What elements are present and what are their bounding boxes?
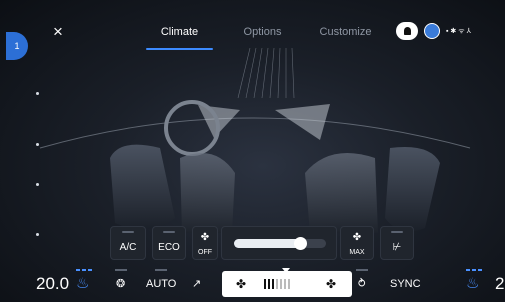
close-button[interactable]: × (48, 22, 68, 42)
fan-speed-bar (280, 279, 282, 289)
fan-speed-bar (268, 279, 270, 289)
sync-label: SYNC (390, 278, 421, 290)
airflow-button[interactable]: ↗ (192, 272, 201, 296)
auto-label: AUTO (146, 278, 177, 290)
ac-button[interactable]: A/C (110, 226, 146, 260)
seat-heat-icon: ♨ (466, 275, 480, 292)
fan-max-label: MAX (349, 249, 365, 256)
fan-off-label: OFF (198, 249, 212, 256)
chevron-down-icon (282, 268, 290, 273)
fan-down-icon[interactable]: ✤ (228, 271, 254, 297)
fan-up-icon[interactable]: ✤ (316, 271, 346, 297)
scale-dot (36, 92, 39, 95)
recirculation-button[interactable]: ⥁ (355, 269, 368, 296)
scale-dot (36, 183, 39, 186)
auto-button[interactable]: AUTO (146, 269, 177, 296)
tab-climate[interactable]: Climate (138, 14, 221, 50)
climate-screen: 1 × Climate Options Customize ▪ ✱ ᯤ ⅄ A/… (0, 0, 505, 302)
tab-options[interactable]: Options (221, 14, 304, 50)
fan-speed-bar (276, 279, 278, 289)
rear-defrost-icon: ⊬ (392, 242, 402, 253)
fan-speed-bar (272, 279, 274, 289)
fan-speed-bar (288, 279, 290, 289)
ac-label: A/C (119, 242, 137, 253)
tab-customize[interactable]: Customize (304, 14, 387, 50)
bell-icon[interactable] (396, 22, 418, 40)
right-temp[interactable]: 2 (495, 274, 504, 294)
fan-slider-track[interactable] (234, 237, 326, 250)
scale-dot (36, 143, 39, 146)
fan-speed-bar (264, 279, 266, 289)
seat-heat-icon: ♨ (76, 275, 90, 292)
fan-icon: ✤ (200, 232, 210, 243)
fan-speed-control[interactable]: ✤ ✤ (222, 268, 352, 297)
cabin-visual (39, 48, 471, 233)
fan-max-button[interactable]: ✤ MAX (340, 226, 374, 260)
fan-slider-thumb[interactable] (294, 237, 308, 250)
tab-bar: Climate Options Customize (138, 14, 387, 50)
left-temp[interactable]: 20.0 (36, 274, 69, 294)
status-icons: ▪ ✱ ᯤ ⅄ (446, 27, 471, 35)
eco-label: ECO (158, 242, 180, 253)
steering-heat-button[interactable]: ❂ (114, 269, 127, 296)
fan-slider-fill (234, 239, 301, 248)
recirculation-icon: ⥁ (358, 278, 366, 290)
fan-off-button[interactable]: ✤ OFF (192, 226, 218, 260)
top-bar: 1 × Climate Options Customize ▪ ✱ ᯤ ⅄ (6, 14, 505, 60)
avatar-icon[interactable] (424, 23, 440, 39)
fan-speed-bar (284, 279, 286, 289)
bottom-bar: 20.0 ♨ ❂ AUTO ↗ ✤ ✤ ⥁ SYNC ♨ 2 (0, 266, 505, 302)
right-seat-heat-button[interactable]: ♨ (466, 269, 484, 296)
status-area: ▪ ✱ ᯤ ⅄ (396, 21, 471, 41)
airflow-icon: ↗ (192, 278, 202, 290)
fan-speed-bars (264, 279, 290, 289)
fan-icon: ✤ (352, 232, 362, 243)
fan-slider[interactable] (221, 226, 337, 260)
scale-dot (36, 233, 39, 236)
rear-defrost-button[interactable]: ⊬ (380, 226, 414, 260)
sync-button[interactable]: SYNC (390, 272, 421, 296)
steering-heat-icon: ❂ (116, 278, 126, 290)
eco-button[interactable]: ECO (152, 226, 186, 260)
left-seat-heat-button[interactable]: ♨ (76, 269, 94, 296)
